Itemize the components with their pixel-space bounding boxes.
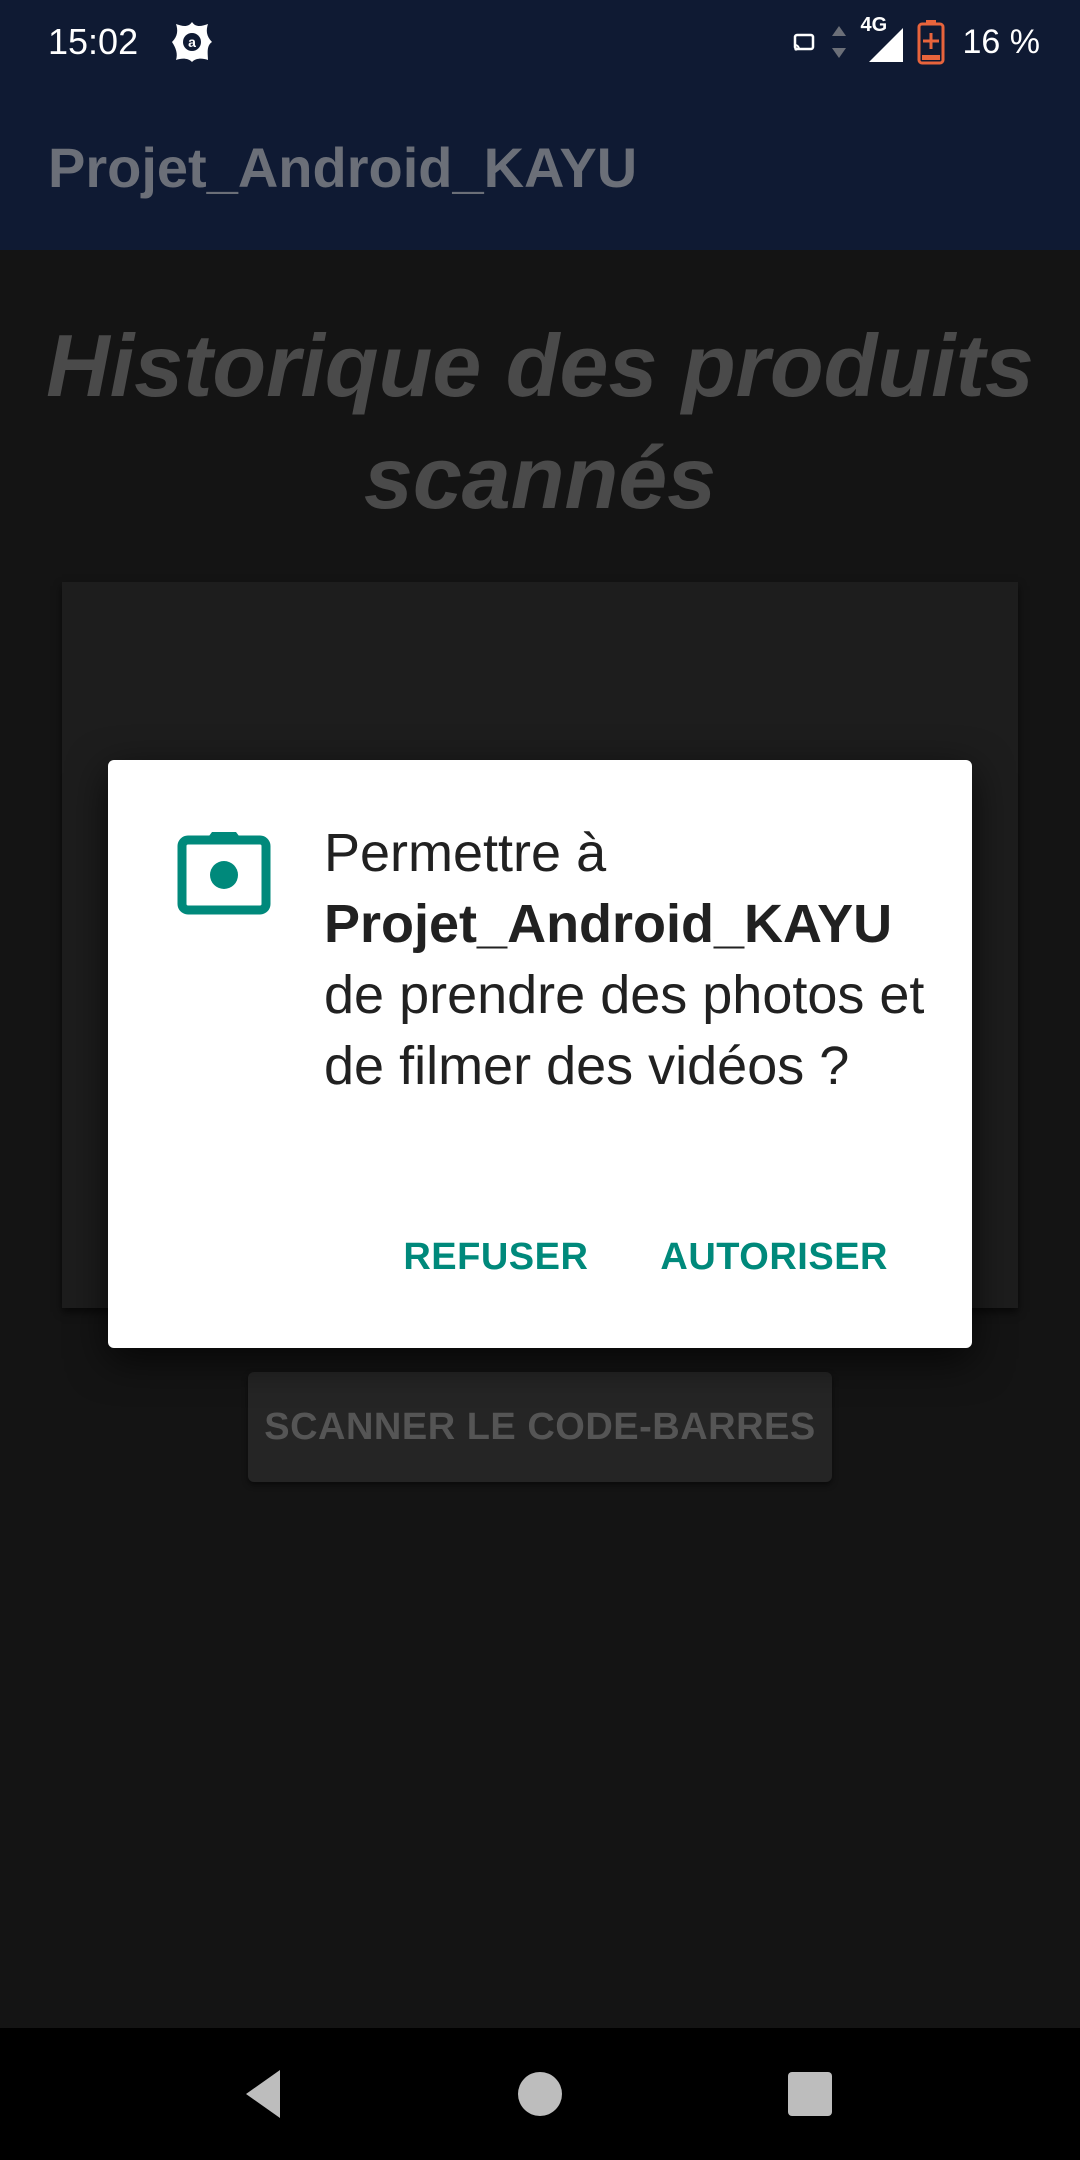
recents-icon[interactable] [776, 2060, 844, 2128]
dialog-message-suffix: de prendre des photos et de filmer des v… [324, 965, 925, 1096]
battery-charging-icon [917, 20, 944, 65]
app-notification-icon: a [172, 22, 212, 62]
status-icons: 4G 16 % [791, 14, 1041, 68]
scan-barcode-button[interactable]: SCANNER LE CODE-BARRES [248, 1372, 832, 1482]
signal-icon: 4G [861, 14, 905, 64]
data-arrows-icon [831, 26, 846, 58]
svg-text:a: a [188, 34, 196, 50]
battery-percentage: 16 % [962, 22, 1041, 61]
home-icon[interactable] [506, 2060, 574, 2128]
dialog-actions: REFUSER AUTORISER [403, 1236, 888, 1279]
status-time: 15:02 [48, 21, 139, 62]
camera-icon [177, 832, 271, 915]
status-bar: 15:02 a 4G 16 % [0, 0, 1080, 84]
page-heading: Historique des produits scannés [46, 316, 1034, 527]
cast-icon [793, 33, 814, 51]
deny-button[interactable]: REFUSER [403, 1236, 588, 1279]
screen: 15:02 a 4G 16 % Projet_Android_KAYU Hist… [0, 0, 1080, 2160]
dialog-message-prefix: Permettre à [324, 823, 607, 883]
allow-button[interactable]: AUTORISER [660, 1236, 888, 1279]
dialog-message: Permettre à Projet_Android_KAYU de prend… [324, 818, 944, 1102]
navigation-bar [0, 2028, 1080, 2160]
app-title: Projet_Android_KAYU [48, 136, 638, 199]
dialog-app-name: Projet_Android_KAYU [324, 894, 893, 954]
camera-permission-dialog: Permettre à Projet_Android_KAYU de prend… [108, 760, 972, 1348]
back-icon[interactable] [232, 2060, 300, 2128]
app-bar: Projet_Android_KAYU [0, 84, 1080, 250]
